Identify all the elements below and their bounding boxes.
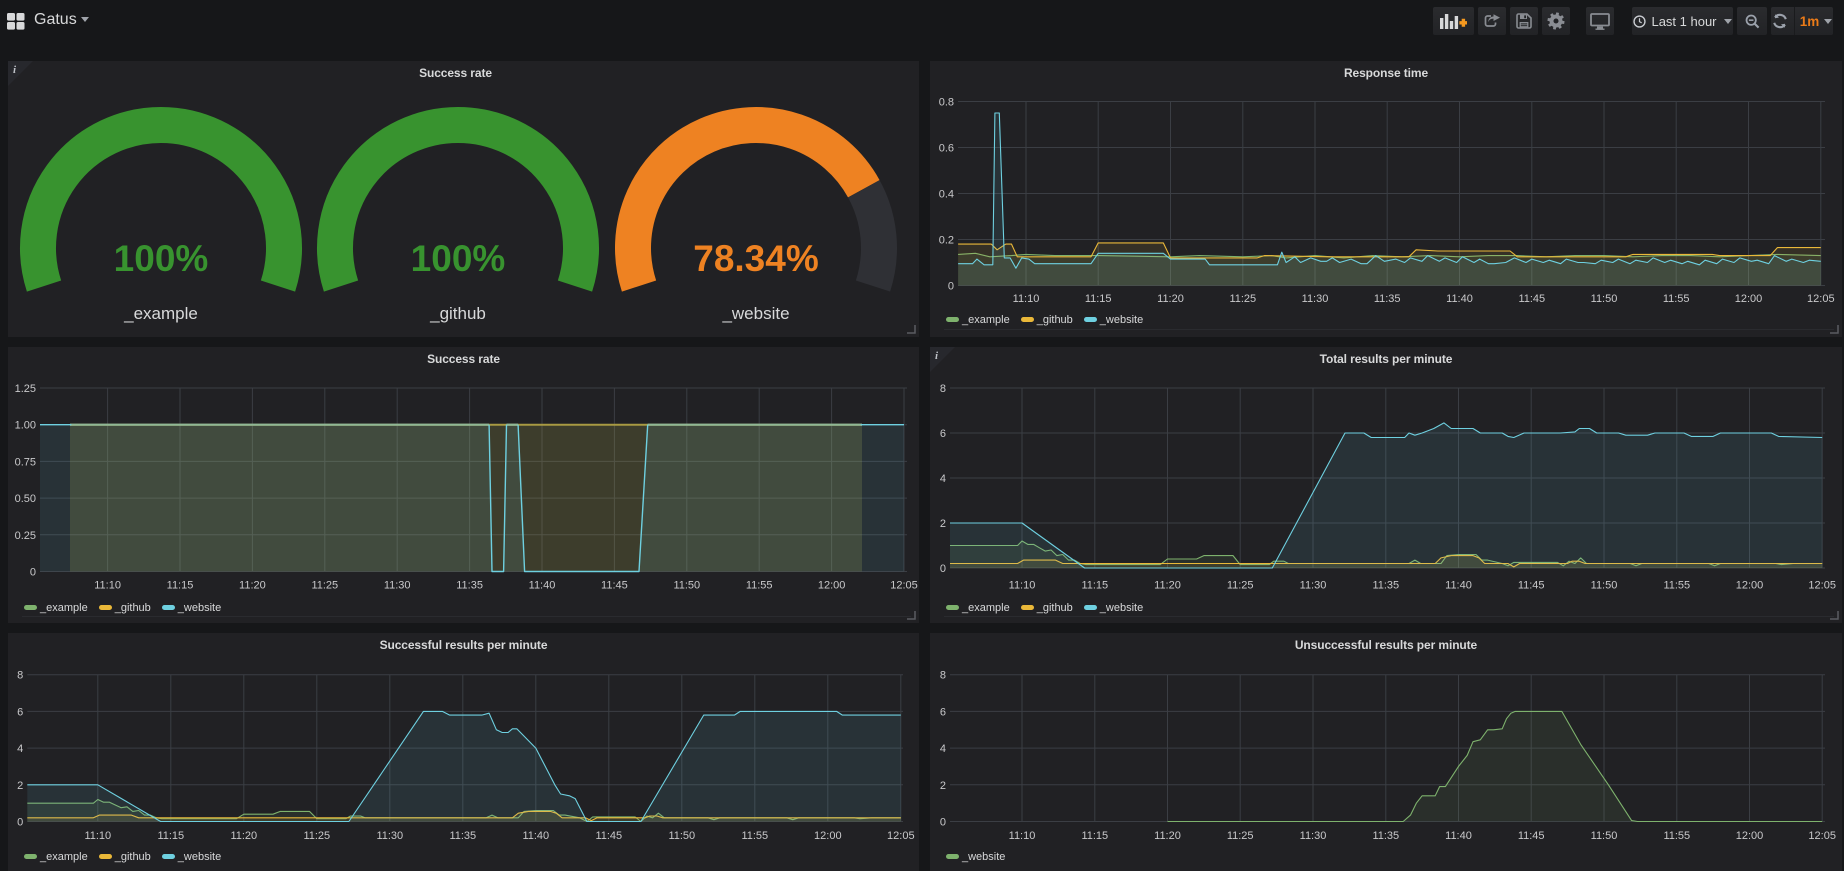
svg-text:2: 2 bbox=[940, 780, 946, 792]
svg-text:12:00: 12:00 bbox=[1736, 580, 1764, 592]
svg-text:11:50: 11:50 bbox=[673, 580, 700, 592]
svg-text:0.4: 0.4 bbox=[939, 189, 954, 201]
svg-text:0: 0 bbox=[940, 817, 946, 829]
svg-text:6: 6 bbox=[940, 428, 946, 440]
svg-text:11:40: 11:40 bbox=[1445, 830, 1472, 842]
svg-text:11:10: 11:10 bbox=[1009, 580, 1036, 592]
svg-text:11:10: 11:10 bbox=[1009, 830, 1036, 842]
svg-text:0: 0 bbox=[17, 817, 23, 829]
svg-text:0.25: 0.25 bbox=[15, 530, 36, 542]
svg-text:4: 4 bbox=[940, 743, 946, 755]
svg-text:11:40: 11:40 bbox=[522, 830, 549, 842]
svg-text:0.50: 0.50 bbox=[15, 493, 36, 505]
svg-text:11:45: 11:45 bbox=[595, 830, 622, 842]
svg-text:11:20: 11:20 bbox=[1157, 293, 1184, 305]
svg-text:11:15: 11:15 bbox=[1081, 830, 1108, 842]
svg-text:_example: _example bbox=[123, 304, 198, 323]
svg-text:4: 4 bbox=[940, 473, 946, 485]
svg-text:11:40: 11:40 bbox=[1446, 293, 1473, 305]
svg-text:11:25: 11:25 bbox=[311, 580, 338, 592]
svg-text:11:20: 11:20 bbox=[230, 830, 257, 842]
svg-text:11:25: 11:25 bbox=[303, 830, 330, 842]
svg-text:0: 0 bbox=[948, 281, 954, 293]
svg-text:11:15: 11:15 bbox=[1081, 580, 1108, 592]
svg-text:12:00: 12:00 bbox=[818, 580, 846, 592]
svg-text:11:50: 11:50 bbox=[1591, 293, 1618, 305]
svg-text:11:40: 11:40 bbox=[1445, 580, 1472, 592]
svg-text:12:05: 12:05 bbox=[1807, 293, 1835, 305]
svg-text:11:50: 11:50 bbox=[1591, 580, 1618, 592]
svg-text:4: 4 bbox=[17, 743, 23, 755]
svg-text:11:55: 11:55 bbox=[1663, 580, 1690, 592]
svg-text:11:45: 11:45 bbox=[601, 580, 628, 592]
svg-text:0.6: 0.6 bbox=[939, 143, 954, 155]
svg-text:11:10: 11:10 bbox=[84, 830, 111, 842]
svg-text:11:40: 11:40 bbox=[529, 580, 556, 592]
svg-text:11:50: 11:50 bbox=[668, 830, 695, 842]
svg-text:8: 8 bbox=[940, 383, 946, 395]
svg-text:11:35: 11:35 bbox=[449, 830, 476, 842]
svg-text:6: 6 bbox=[940, 706, 946, 718]
svg-text:12:05: 12:05 bbox=[887, 830, 915, 842]
svg-text:11:20: 11:20 bbox=[239, 580, 266, 592]
svg-text:11:25: 11:25 bbox=[1227, 580, 1254, 592]
svg-text:78.34%: 78.34% bbox=[693, 238, 819, 279]
svg-text:11:35: 11:35 bbox=[1372, 580, 1399, 592]
svg-text:11:10: 11:10 bbox=[1013, 293, 1040, 305]
svg-text:11:55: 11:55 bbox=[1663, 293, 1690, 305]
svg-text:11:55: 11:55 bbox=[741, 830, 768, 842]
svg-text:0: 0 bbox=[940, 563, 946, 575]
svg-text:11:45: 11:45 bbox=[1518, 580, 1545, 592]
svg-text:11:15: 11:15 bbox=[167, 580, 194, 592]
svg-text:11:30: 11:30 bbox=[1300, 580, 1327, 592]
svg-text:0.2: 0.2 bbox=[939, 235, 954, 247]
svg-text:11:35: 11:35 bbox=[1372, 830, 1399, 842]
svg-text:11:50: 11:50 bbox=[1591, 830, 1618, 842]
svg-text:2: 2 bbox=[940, 518, 946, 530]
svg-text:1.25: 1.25 bbox=[15, 383, 36, 395]
svg-text:0.8: 0.8 bbox=[939, 97, 954, 109]
svg-text:11:25: 11:25 bbox=[1227, 830, 1254, 842]
svg-text:12:00: 12:00 bbox=[1736, 830, 1764, 842]
svg-text:11:30: 11:30 bbox=[384, 580, 411, 592]
svg-text:11:15: 11:15 bbox=[1085, 293, 1112, 305]
svg-text:11:10: 11:10 bbox=[94, 580, 121, 592]
svg-text:11:20: 11:20 bbox=[1154, 830, 1181, 842]
svg-text:11:30: 11:30 bbox=[1300, 830, 1327, 842]
svg-text:8: 8 bbox=[940, 670, 946, 682]
svg-text:11:35: 11:35 bbox=[456, 580, 483, 592]
svg-text:0.75: 0.75 bbox=[15, 456, 36, 468]
svg-text:100%: 100% bbox=[114, 238, 209, 279]
svg-text:12:00: 12:00 bbox=[814, 830, 842, 842]
svg-text:6: 6 bbox=[17, 706, 23, 718]
svg-text:_website: _website bbox=[721, 304, 789, 323]
svg-text:11:55: 11:55 bbox=[1663, 830, 1690, 842]
svg-text:11:45: 11:45 bbox=[1518, 830, 1545, 842]
svg-text:11:20: 11:20 bbox=[1154, 580, 1181, 592]
svg-text:8: 8 bbox=[17, 670, 23, 682]
svg-text:11:30: 11:30 bbox=[1302, 293, 1329, 305]
svg-text:11:30: 11:30 bbox=[376, 830, 403, 842]
svg-text:_github: _github bbox=[429, 304, 486, 323]
svg-text:0: 0 bbox=[30, 567, 36, 579]
svg-text:11:15: 11:15 bbox=[157, 830, 184, 842]
svg-text:100%: 100% bbox=[411, 238, 506, 279]
svg-text:12:05: 12:05 bbox=[1808, 830, 1836, 842]
svg-text:11:35: 11:35 bbox=[1374, 293, 1401, 305]
svg-text:12:05: 12:05 bbox=[890, 580, 918, 592]
svg-text:2: 2 bbox=[17, 780, 23, 792]
svg-text:11:25: 11:25 bbox=[1229, 293, 1256, 305]
svg-text:12:05: 12:05 bbox=[1808, 580, 1836, 592]
svg-text:1.00: 1.00 bbox=[15, 420, 36, 432]
svg-text:12:00: 12:00 bbox=[1735, 293, 1763, 305]
svg-text:11:45: 11:45 bbox=[1518, 293, 1545, 305]
svg-text:11:55: 11:55 bbox=[746, 580, 773, 592]
